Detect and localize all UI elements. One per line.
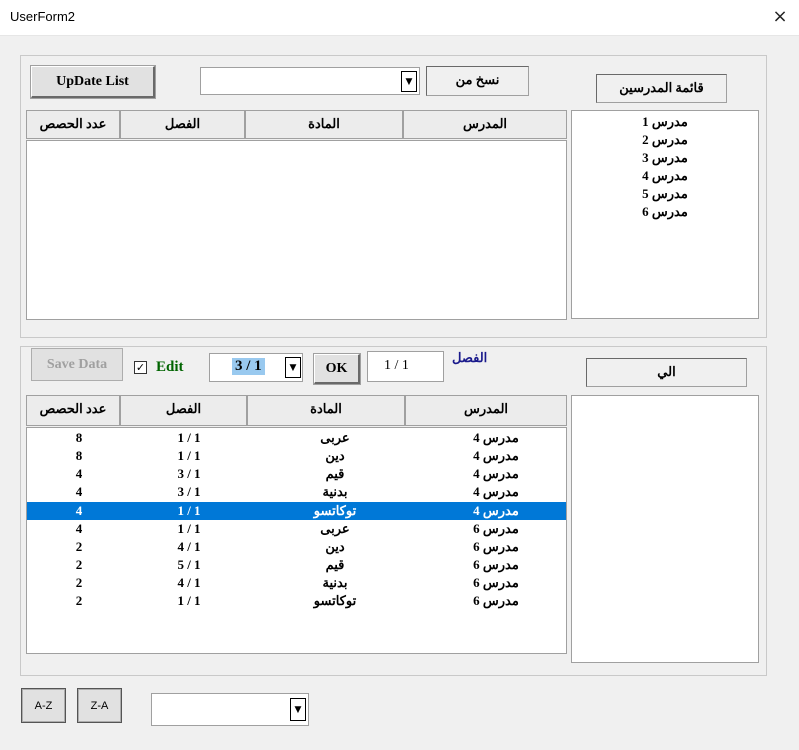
class-textbox[interactable]: 1 / 1 xyxy=(367,351,444,382)
class-combo[interactable]: 3 / 1 ▼ xyxy=(209,353,303,382)
teachers-list-label: قائمة المدرسين xyxy=(596,74,727,103)
edit-label: Edit xyxy=(156,359,184,375)
window-title: UserForm2 xyxy=(10,9,76,24)
list-item[interactable]: مدرس 1 xyxy=(572,113,758,131)
row-subject: قيم xyxy=(325,466,345,481)
row-teacher: مدرس 6 xyxy=(473,593,519,608)
row-subject: بدنية xyxy=(322,484,348,499)
row-teacher: مدرس 4 xyxy=(473,466,519,481)
list-item[interactable]: مدرس 6 xyxy=(572,203,758,221)
chevron-down-icon[interactable]: ▼ xyxy=(401,71,417,92)
table-row[interactable]: 8 1 / 1 عربى مدرس 4 xyxy=(27,429,566,447)
row-class: 1 / 1 xyxy=(177,430,201,445)
row-subject: قيم xyxy=(325,557,345,572)
row-count: 8 xyxy=(75,430,83,445)
table-row[interactable]: 2 4 / 1 دين مدرس 6 xyxy=(27,538,566,556)
row-class: 1 / 1 xyxy=(177,521,201,536)
copy-from-label: نسخ من xyxy=(426,66,529,96)
row-class: 4 / 1 xyxy=(177,539,201,554)
edit-checkbox[interactable]: ✓ xyxy=(134,361,147,374)
title-bar xyxy=(0,0,799,36)
bottom-header-subject: المادة xyxy=(247,395,405,426)
top-table-list[interactable] xyxy=(26,140,567,320)
teachers-list[interactable]: مدرس 1 مدرس 2 مدرس 3 مدرس 4 مدرس 5 مدرس … xyxy=(571,110,759,319)
row-teacher: مدرس 4 xyxy=(473,503,519,518)
copy-from-combo[interactable]: ▼ xyxy=(200,67,420,95)
close-icon[interactable]: × xyxy=(768,4,792,30)
row-count: 2 xyxy=(75,557,83,572)
to-label: الي xyxy=(586,358,747,387)
row-subject: توكاتسو xyxy=(313,503,357,518)
row-class: 5 / 1 xyxy=(177,557,201,572)
row-teacher: مدرس 6 xyxy=(473,539,519,554)
table-row[interactable]: 2 4 / 1 بدنية مدرس 6 xyxy=(27,574,566,592)
row-count: 4 xyxy=(75,484,83,499)
bottom-header-count: عدد الحصص xyxy=(26,395,120,426)
row-class: 1 / 1 xyxy=(177,448,201,463)
sort-az-button[interactable]: A-Z xyxy=(21,688,66,723)
top-header-class: الفصل xyxy=(120,110,245,139)
row-class: 3 / 1 xyxy=(177,484,201,499)
class-label: الفصل xyxy=(452,350,488,365)
table-row[interactable]: 4 3 / 1 بدنية مدرس 4 xyxy=(27,483,566,501)
row-class: 1 / 1 xyxy=(177,593,201,608)
list-item[interactable]: مدرس 4 xyxy=(572,167,758,185)
row-subject: عربى xyxy=(320,430,350,445)
table-row-selected[interactable]: 4 1 / 1 توكاتسو مدرس 4 xyxy=(27,502,566,520)
row-class: 3 / 1 xyxy=(177,466,201,481)
bottom-table-list[interactable]: 8 1 / 1 عربى مدرس 4 8 1 / 1 دين مدرس 4 4… xyxy=(26,427,567,654)
row-count: 2 xyxy=(75,539,83,554)
row-count: 4 xyxy=(75,503,83,518)
bottom-header-teacher: المدرس xyxy=(405,395,567,426)
top-header-teacher: المدرس xyxy=(403,110,567,139)
list-item[interactable]: مدرس 5 xyxy=(572,185,758,203)
row-count: 4 xyxy=(75,521,83,536)
update-list-button[interactable]: UpDate List xyxy=(30,65,156,99)
sort-za-button[interactable]: Z-A xyxy=(77,688,122,723)
top-header-count: عدد الحصص xyxy=(26,110,120,139)
table-row[interactable]: 2 1 / 1 توكاتسو مدرس 6 xyxy=(27,592,566,610)
to-list[interactable] xyxy=(571,395,759,663)
row-teacher: مدرس 4 xyxy=(473,430,519,445)
row-teacher: مدرس 4 xyxy=(473,448,519,463)
row-subject: دين xyxy=(325,539,345,554)
list-item[interactable]: مدرس 2 xyxy=(572,131,758,149)
chevron-down-icon[interactable]: ▼ xyxy=(290,698,306,721)
row-subject: بدنية xyxy=(322,575,348,590)
row-count: 4 xyxy=(75,466,83,481)
table-row[interactable]: 8 1 / 1 دين مدرس 4 xyxy=(27,447,566,465)
table-row[interactable]: 4 1 / 1 عربى مدرس 6 xyxy=(27,520,566,538)
row-class: 1 / 1 xyxy=(177,503,201,518)
list-item[interactable]: مدرس 3 xyxy=(572,149,758,167)
ok-button[interactable]: OK xyxy=(313,353,361,385)
table-row[interactable]: 4 3 / 1 قيم مدرس 4 xyxy=(27,465,566,483)
row-class: 4 / 1 xyxy=(177,575,201,590)
class-combo-value: 3 / 1 xyxy=(232,358,265,375)
row-subject: دين xyxy=(325,448,345,463)
row-teacher: مدرس 6 xyxy=(473,575,519,590)
row-subject: توكاتسو xyxy=(313,593,357,608)
row-count: 2 xyxy=(75,593,83,608)
row-teacher: مدرس 6 xyxy=(473,557,519,572)
bottom-header-class: الفصل xyxy=(120,395,247,426)
row-count: 2 xyxy=(75,575,83,590)
save-data-button[interactable]: Save Data xyxy=(31,348,123,381)
row-teacher: مدرس 6 xyxy=(473,521,519,536)
class-textbox-value: 1 / 1 xyxy=(384,358,409,373)
chevron-down-icon[interactable]: ▼ xyxy=(285,357,301,378)
table-row[interactable]: 2 5 / 1 قيم مدرس 6 xyxy=(27,556,566,574)
sort-combo[interactable]: ▼ xyxy=(151,693,309,726)
top-header-subject: المادة xyxy=(245,110,403,139)
row-count: 8 xyxy=(75,448,83,463)
row-subject: عربى xyxy=(320,521,350,536)
row-teacher: مدرس 4 xyxy=(473,484,519,499)
